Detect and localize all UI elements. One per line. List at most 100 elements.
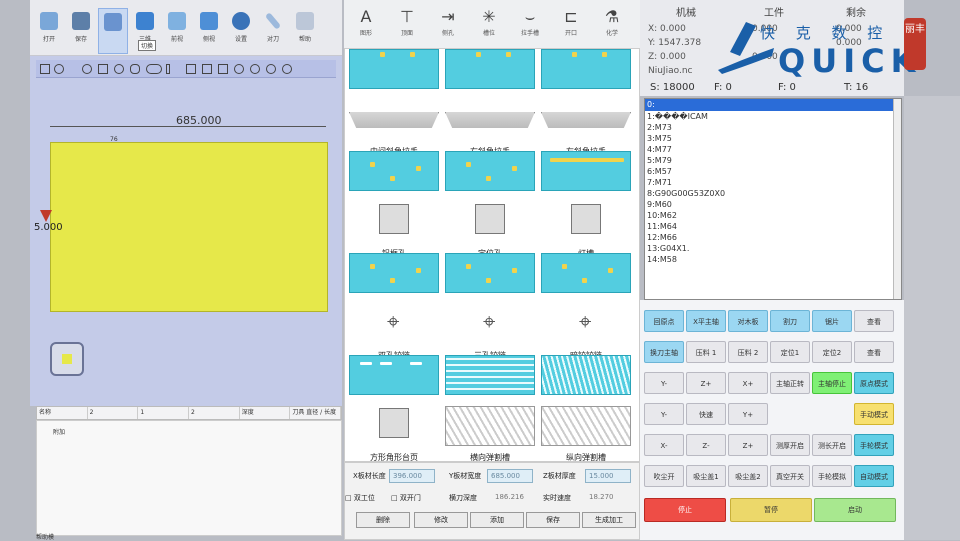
help-button[interactable]: 帮助 (290, 8, 320, 54)
double-station-checkbox[interactable]: □ 双工位 (345, 493, 375, 503)
select-tool-icon[interactable] (40, 64, 50, 74)
control-button-row2-4[interactable]: 定位2 (812, 341, 852, 363)
template-category-3[interactable]: ✳ 槽位 (471, 6, 507, 46)
arc-tool-icon[interactable] (114, 64, 124, 74)
text-tool-icon[interactable] (166, 64, 170, 74)
gcode-line[interactable]: 10:M62 (645, 210, 901, 221)
circle-tool-icon[interactable] (82, 64, 92, 74)
control-button-row1-3[interactable]: 割刀 (770, 310, 810, 332)
control-button-row5-3[interactable]: 测厚开启 (770, 434, 810, 456)
preview-thumbnail[interactable] (50, 342, 84, 376)
control-button-row1-0[interactable]: 回原点 (644, 310, 684, 332)
control-button-row4-0[interactable]: Y- (644, 403, 684, 425)
workpiece-panel[interactable] (50, 142, 328, 312)
x-length-input[interactable]: 396.000 (389, 469, 435, 483)
control-button-row6-2[interactable]: 吸尘盖2 (728, 465, 768, 487)
modify-button[interactable]: 修改 (414, 512, 468, 528)
add-button[interactable]: 添加 (470, 512, 524, 528)
control-button-row3-4[interactable]: 主轴停止 (812, 372, 852, 394)
control-button-row6-0[interactable]: 吹尘开 (644, 465, 684, 487)
control-button-row3-1[interactable]: Z+ (686, 372, 726, 394)
control-button-row5-2[interactable]: Z+ (728, 434, 768, 456)
open-button[interactable]: 打开 (34, 8, 64, 54)
gcode-line[interactable]: 13:G04X1. (645, 243, 901, 254)
template-category-1[interactable]: ⊤ 顶面 (389, 6, 425, 46)
line-tool-icon[interactable] (54, 64, 64, 74)
tool-setting-button[interactable]: 对刀 (258, 8, 288, 54)
slot-tool-icon[interactable] (146, 64, 162, 74)
gcode-line[interactable]: 3:M75 (645, 133, 901, 144)
template-category-4[interactable]: ⌣ 拉手槽 (512, 6, 548, 46)
control-button-row2-2[interactable]: 压料 2 (728, 341, 768, 363)
double-door-checkbox[interactable]: □ 双开门 (391, 493, 421, 503)
gcode-line[interactable]: 11:M64 (645, 221, 901, 232)
generate-button[interactable]: 生成加工 (582, 512, 636, 528)
control-button-row2-5[interactable]: 查看 (854, 341, 894, 363)
control-button-row6-4[interactable]: 手轮模拟 (812, 465, 852, 487)
zoom-fit-icon[interactable] (282, 64, 292, 74)
gcode-line[interactable]: 2:M73 (645, 122, 901, 133)
start-button[interactable]: 启动 (814, 498, 896, 522)
template-category-6[interactable]: ⚗ 化学 (594, 6, 630, 46)
offset-tool-icon[interactable] (218, 64, 228, 74)
control-button-row1-2[interactable]: 对木板 (728, 310, 768, 332)
control-button-row2-1[interactable]: 压料 1 (686, 341, 726, 363)
control-button-row3-3[interactable]: 主轴正转 (770, 372, 810, 394)
save-button[interactable]: 保存 (66, 8, 96, 54)
control-button-row2-3[interactable]: 定位1 (770, 341, 810, 363)
z-thick-input[interactable]: 15.000 (585, 469, 631, 483)
delete-button[interactable]: 删除 (356, 512, 410, 528)
control-button-row3-0[interactable]: Y- (644, 372, 684, 394)
select-button[interactable] (98, 8, 128, 54)
gcode-line[interactable]: 8:G90G00G53Z0X0 (645, 188, 901, 199)
control-button-row6-3[interactable]: 真空开关 (770, 465, 810, 487)
pause-icon[interactable] (250, 64, 260, 74)
zoom-in-icon[interactable] (266, 64, 276, 74)
control-button-row6-1[interactable]: 吸尘盖1 (686, 465, 726, 487)
view-side-button[interactable]: 侧视 (194, 8, 224, 54)
template-category-0[interactable]: A 图形 (348, 6, 384, 46)
rounded-rect-icon[interactable] (130, 64, 140, 74)
save-template-button[interactable]: 保存 (526, 512, 580, 528)
control-button-row1-1[interactable]: X平主轴 (686, 310, 726, 332)
rect-tool-icon[interactable] (98, 64, 108, 74)
mirror-tool-icon[interactable] (186, 64, 196, 74)
view-front-button[interactable]: 前视 (162, 8, 192, 54)
control-button-row4-1[interactable]: 快速 (686, 403, 726, 425)
control-button-row5-5[interactable]: 手轮模式 (854, 434, 894, 456)
control-button-row1-5[interactable]: 查看 (854, 310, 894, 332)
hole-mark (410, 52, 415, 57)
control-button-row4-5[interactable]: 手动模式 (854, 403, 894, 425)
stop-button[interactable]: 停止 (644, 498, 726, 522)
settings-button[interactable]: 设置 (226, 8, 256, 54)
control-button-row2-0[interactable]: 换刀主轴 (644, 341, 684, 363)
gcode-list[interactable]: 0: 1:����ICAM 2:M73 3:M75 4:M77 5:M79 6:M57 7:M… (644, 98, 902, 300)
operation-list[interactable]: 附加 (36, 420, 342, 536)
control-button-row5-0[interactable]: X- (644, 434, 684, 456)
gcode-line[interactable]: 12:M66 (645, 232, 901, 243)
gcode-line[interactable]: 14:M58 (645, 254, 901, 265)
gcode-line[interactable]: 9:M60 (645, 199, 901, 210)
gcode-scrollbar[interactable] (893, 99, 901, 299)
y-width-input[interactable]: 685.000 (487, 469, 533, 483)
pause-button[interactable]: 暂停 (730, 498, 812, 522)
gcode-line[interactable]: 0: (645, 99, 901, 111)
gcode-line[interactable]: 4:M77 (645, 144, 901, 155)
gcode-line[interactable]: 7:M71 (645, 177, 901, 188)
gcode-line[interactable]: 5:M79 (645, 155, 901, 166)
template-thumbnail (445, 406, 535, 446)
control-button-row5-4[interactable]: 测长开启 (812, 434, 852, 456)
control-button-row5-1[interactable]: Z- (686, 434, 726, 456)
control-button-row1-4[interactable]: 锯片 (812, 310, 852, 332)
hole-mark (390, 278, 395, 283)
template-category-5[interactable]: ⊏ 开口 (553, 6, 589, 46)
control-button-row6-5[interactable]: 自动模式 (854, 465, 894, 487)
template-category-2[interactable]: ⇥ 侧孔 (430, 6, 466, 46)
play-icon[interactable] (234, 64, 244, 74)
control-button-row3-5[interactable]: 原点模式 (854, 372, 894, 394)
array-tool-icon[interactable] (202, 64, 212, 74)
control-button-row4-2[interactable]: Y+ (728, 403, 768, 425)
gcode-line[interactable]: 1:����ICAM (645, 111, 901, 122)
gcode-line[interactable]: 6:M57 (645, 166, 901, 177)
control-button-row3-2[interactable]: X+ (728, 372, 768, 394)
